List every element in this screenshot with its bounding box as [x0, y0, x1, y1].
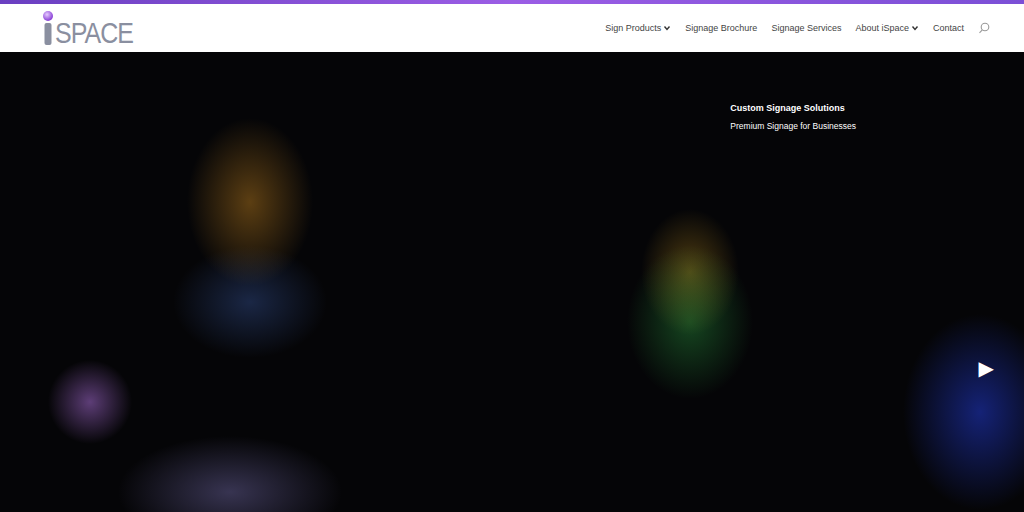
- logo-text[interactable]: SPACE: [55, 19, 133, 48]
- main-nav: Sign Products Signage Brochure Signage Ser…: [605, 22, 990, 34]
- nav-item[interactable]: Contact: [933, 23, 964, 33]
- nav-item[interactable]: Sign Products: [605, 23, 671, 33]
- search-icon[interactable]: [978, 22, 990, 34]
- hero-title: Custom Signage Solutions: [730, 103, 845, 113]
- next-slide-button[interactable]: ▶: [979, 358, 994, 378]
- chevron-down-icon[interactable]: [663, 24, 671, 32]
- nav-item[interactable]: Signage Services: [771, 23, 841, 33]
- site-logo[interactable]: SPACE: [42, 10, 133, 46]
- hero-subtitle: Premium Signage for Businesses: [730, 121, 856, 131]
- chevron-down-icon[interactable]: [911, 24, 919, 32]
- hero-slider: Custom Signage Solutions Premium Signage …: [0, 52, 1024, 512]
- hero-caption: Custom Signage Solutions Premium Signage …: [730, 103, 856, 131]
- nav-item[interactable]: Signage Brochure: [685, 23, 757, 33]
- nav-item[interactable]: About iSpace: [855, 23, 919, 33]
- logo-i-icon[interactable]: [42, 10, 54, 46]
- site-header: SPACE Sign Products Signage Brochure Signag…: [0, 4, 1024, 52]
